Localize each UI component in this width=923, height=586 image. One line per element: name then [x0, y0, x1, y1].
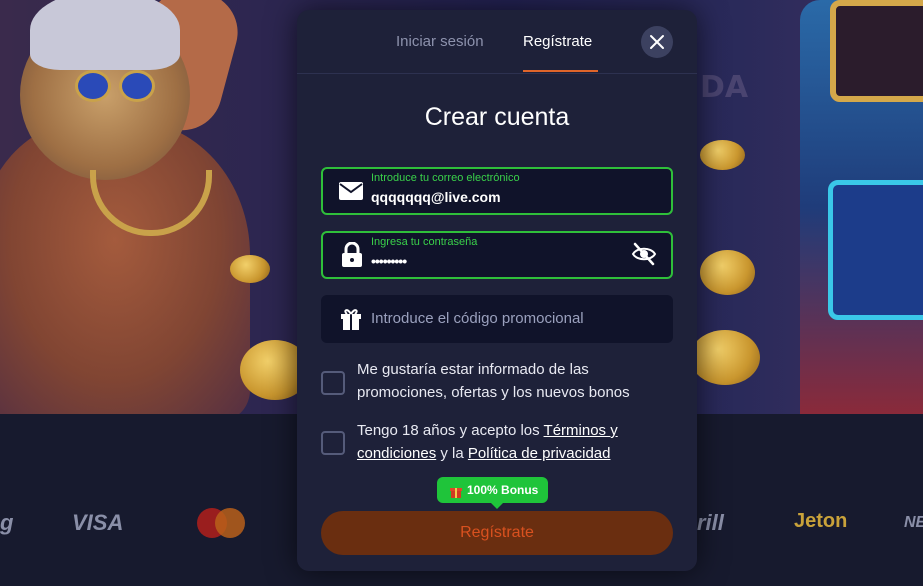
active-tab-indicator	[523, 70, 598, 72]
auth-tabs: Iniciar sesión Regístrate	[297, 10, 697, 74]
gold-coin	[700, 140, 745, 170]
background-heading: DA	[700, 70, 749, 105]
close-icon	[650, 35, 664, 49]
password-field[interactable]: Ingresa tu contraseña •••••••••	[321, 231, 673, 279]
gold-coin	[690, 330, 760, 385]
payment-logo-neteller: NE	[904, 514, 923, 531]
password-label: Ingresa tu contraseña	[371, 236, 478, 248]
email-value[interactable]: qqqqqqq@live.com	[371, 189, 501, 205]
payment-logo-mastercard	[197, 508, 247, 538]
privacy-link[interactable]: Política de privacidad	[468, 445, 611, 462]
payment-logo-skrill: rill	[697, 510, 724, 535]
lock-icon	[342, 242, 362, 267]
register-submit-button[interactable]: Regístrate	[321, 511, 673, 555]
terms-prefix: Tengo 18 años y acepto los	[357, 422, 544, 439]
payment-logo: g	[0, 510, 14, 535]
password-value[interactable]: •••••••••	[371, 253, 407, 269]
gift-icon	[341, 309, 361, 330]
page-title: Crear cuenta	[424, 103, 570, 131]
newsletter-checkbox[interactable]	[321, 371, 345, 395]
email-label: Introduce tu correo electrónico	[371, 172, 520, 184]
tab-register[interactable]: Regístrate	[523, 33, 592, 50]
email-field[interactable]: Introduce tu correo electrónico qqqqqqq@…	[321, 167, 673, 215]
terms-middle: y la	[436, 445, 468, 462]
envelope-icon	[339, 182, 363, 200]
lion-sunglasses	[75, 70, 155, 102]
lion-mascot-head	[20, 0, 190, 180]
slot-machine-reel	[828, 180, 923, 320]
lion-hat	[30, 0, 180, 70]
tab-login[interactable]: Iniciar sesión	[396, 33, 484, 50]
payment-logo-jeton: Jeton	[794, 510, 848, 532]
terms-label: Tengo 18 años y acepto los Términos y co…	[357, 419, 657, 465]
slot-machine-screen	[830, 0, 923, 102]
close-button[interactable]	[641, 26, 673, 58]
gold-coin	[230, 255, 270, 283]
gift-icon	[450, 487, 462, 498]
register-modal: Iniciar sesión Regístrate Crear cuenta I…	[297, 10, 697, 571]
payment-logo-visa: VISA	[72, 510, 124, 535]
gold-coin	[700, 250, 755, 295]
eye-off-icon[interactable]	[631, 241, 657, 267]
promo-code-field[interactable]: Introduce el código promocional	[321, 295, 673, 343]
promo-code-placeholder: Introduce el código promocional	[371, 310, 584, 327]
newsletter-label: Me gustaría estar informado de las promo…	[357, 361, 630, 401]
bonus-badge-text: 100% Bonus	[467, 483, 539, 497]
bonus-badge: 100% Bonus	[437, 477, 549, 509]
terms-checkbox[interactable]	[321, 431, 345, 455]
